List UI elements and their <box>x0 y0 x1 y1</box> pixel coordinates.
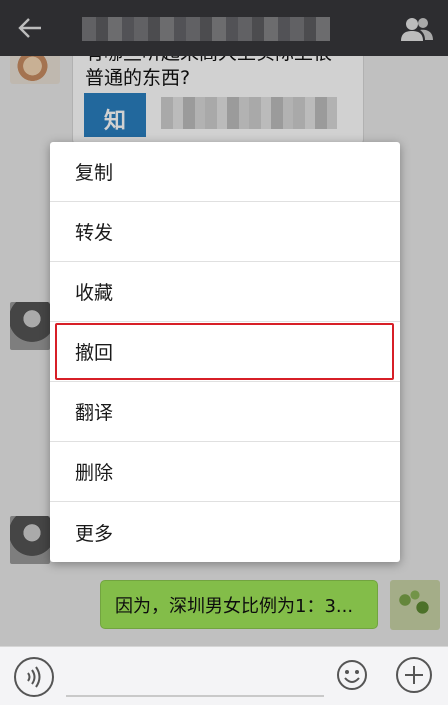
menu-item-recall[interactable]: 撤回 <box>50 322 400 382</box>
menu-item-translate[interactable]: 翻译 <box>50 382 400 442</box>
emoji-button[interactable] <box>334 657 370 693</box>
menu-item-favorite[interactable]: 收藏 <box>50 262 400 322</box>
menu-item-delete[interactable]: 删除 <box>50 442 400 502</box>
message-context-menu: 复制 转发 收藏 撤回 翻译 删除 更多 <box>50 142 400 562</box>
more-functions-button[interactable] <box>396 657 432 693</box>
menu-item-label: 转发 <box>75 222 114 244</box>
voice-icon <box>27 666 41 688</box>
message-input[interactable] <box>66 659 324 697</box>
plus-icon <box>405 666 423 684</box>
menu-item-label: 复制 <box>75 162 114 184</box>
menu-item-copy[interactable]: 复制 <box>50 142 400 202</box>
message-input-bar <box>0 646 448 705</box>
menu-item-more[interactable]: 更多 <box>50 502 400 562</box>
menu-item-label: 翻译 <box>75 402 114 424</box>
menu-item-label: 更多 <box>75 522 114 545</box>
menu-item-label: 撤回 <box>75 342 114 364</box>
emoji-icon <box>337 660 367 690</box>
voice-button[interactable] <box>14 657 54 697</box>
menu-item-forward[interactable]: 转发 <box>50 202 400 262</box>
menu-item-label: 收藏 <box>75 282 114 304</box>
menu-item-label: 删除 <box>75 462 114 484</box>
